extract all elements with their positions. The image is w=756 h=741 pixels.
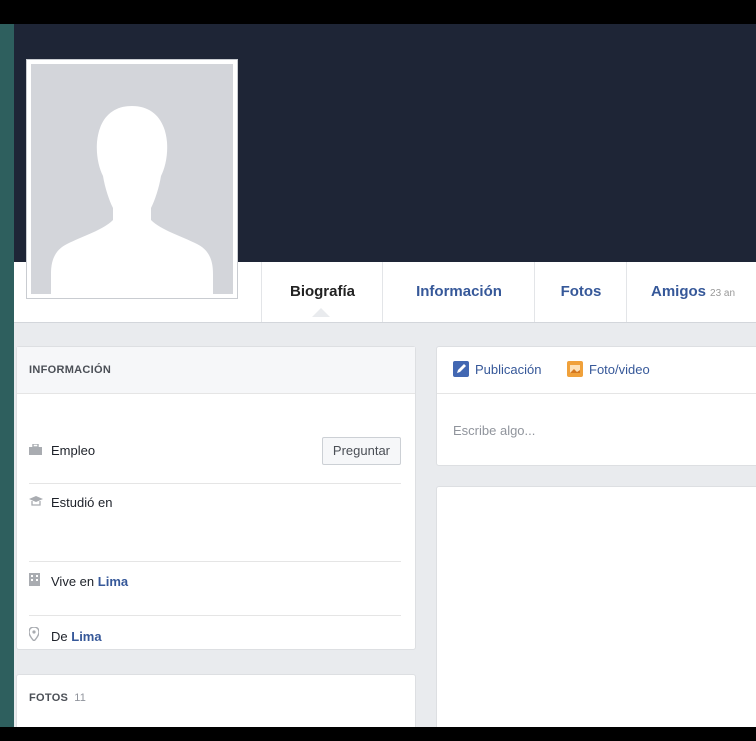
photos-panel: FOTOS 11 <box>16 674 416 727</box>
facebook-profile-page: Biografía Información Fotos Amigos 23 an … <box>14 24 756 727</box>
building-icon <box>29 573 43 589</box>
location-pin-icon <box>28 626 43 644</box>
photo-icon <box>567 361 583 377</box>
graduation-cap-icon <box>29 495 43 510</box>
info-row-lives-in-label: Vive en <box>51 574 95 589</box>
intro-panel-header: INFORMACIÓN <box>17 347 415 394</box>
tab-biografia-label: Biografía <box>289 283 355 300</box>
photos-count: 11 <box>74 692 87 704</box>
lives-in-place-link[interactable]: Lima <box>98 574 128 589</box>
tab-foto-video-label: Foto/video <box>589 362 650 377</box>
screen-top-bezel <box>0 0 756 24</box>
tab-fotos-label: Fotos <box>560 283 602 300</box>
tab-foto-video[interactable]: Foto/video <box>567 361 650 377</box>
info-row-work: Empleo <box>29 443 401 458</box>
info-row-education: Estudió en <box>29 495 401 510</box>
friends-count: 23 an <box>710 288 736 299</box>
divider <box>29 483 401 484</box>
briefcase-icon <box>29 443 43 458</box>
tab-amigos[interactable]: Amigos 23 an <box>626 262 756 322</box>
info-row-from-label: De <box>51 629 68 644</box>
hometown-place-link[interactable]: Lima <box>71 629 101 644</box>
tab-amigos-label: Amigos <box>651 283 707 300</box>
info-row-work-label: Empleo <box>51 443 96 458</box>
status-input[interactable]: Escribe algo... <box>453 423 535 438</box>
profile-picture[interactable] <box>26 59 238 299</box>
tab-publicacion-label: Publicación <box>475 362 542 377</box>
tab-fotos[interactable]: Fotos <box>534 262 627 322</box>
intro-panel: INFORMACIÓN Preguntar Empleo Estudió en … <box>16 346 416 650</box>
pencil-icon <box>453 361 469 377</box>
info-row-education-label: Estudió en <box>51 495 113 510</box>
default-avatar-silhouette-icon <box>51 106 213 294</box>
tab-informacion-label: Información <box>416 283 502 300</box>
feed-post-card <box>436 486 756 727</box>
info-row-lives-in: Vive en Lima <box>29 573 401 589</box>
tab-publicacion[interactable]: Publicación <box>453 361 542 377</box>
composer-panel: Publicación Foto/video Escribe algo... <box>436 346 756 466</box>
active-tab-indicator <box>312 308 330 317</box>
avatar <box>31 64 233 294</box>
divider <box>29 561 401 562</box>
tab-informacion[interactable]: Información <box>382 262 535 322</box>
screen-bottom-bezel <box>0 727 756 741</box>
divider <box>437 393 756 394</box>
photos-panel-header[interactable]: FOTOS 11 <box>17 675 415 721</box>
divider <box>29 615 401 616</box>
photos-header-label: FOTOS <box>29 692 69 704</box>
info-row-from: De Lima <box>28 626 401 644</box>
